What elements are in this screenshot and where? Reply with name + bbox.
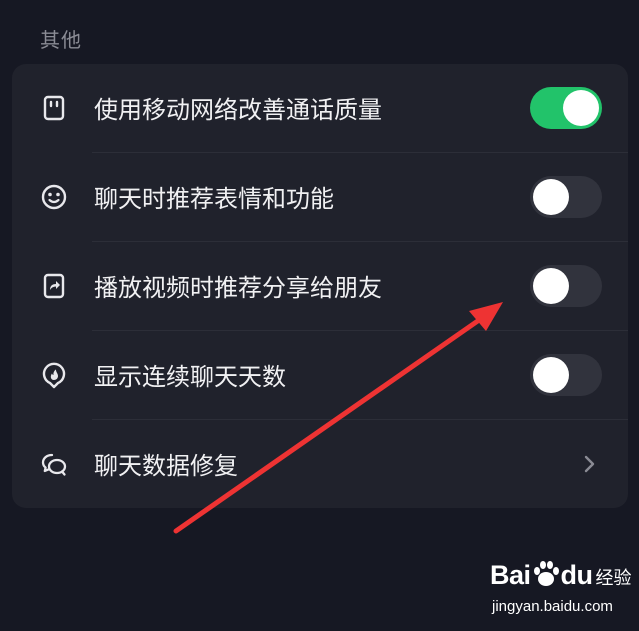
annotation-arrow — [173, 302, 503, 534]
paw-icon — [533, 561, 559, 586]
baidu-logo-right: du — [560, 560, 594, 590]
baidu-jingyan-label: 经验 — [595, 568, 632, 589]
watermark-url: jingyan.baidu.com — [492, 598, 613, 615]
baidu-watermark: Bai du 经验 — [490, 560, 632, 591]
baidu-logo-left: Bai — [490, 560, 531, 590]
